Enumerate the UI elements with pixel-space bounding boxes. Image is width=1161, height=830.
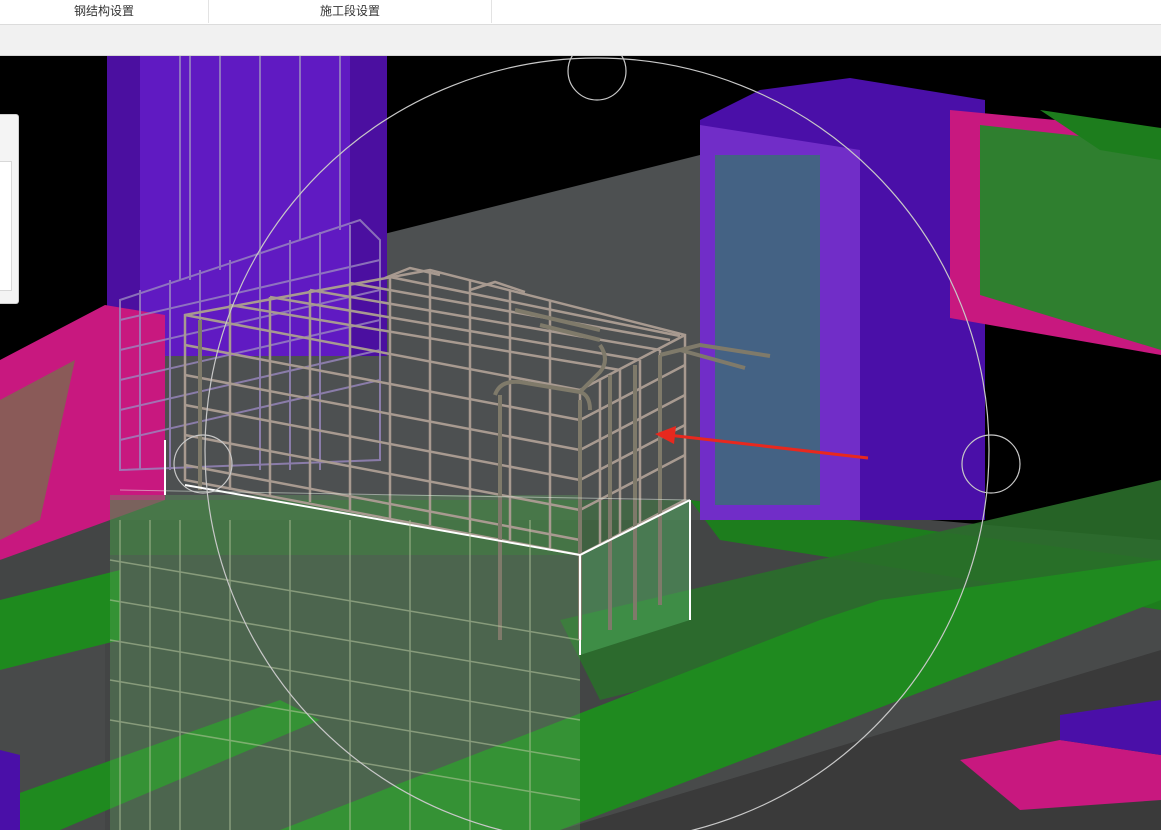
steel-structure-settings-button[interactable]: 钢结构设置 [0,0,209,23]
purple-stub-left [0,750,20,830]
3d-viewport[interactable] [0,56,1161,830]
glass-panel [715,155,820,505]
toolbar-strip [0,25,1161,56]
construction-stage-settings-button[interactable]: 施工段设置 [209,0,492,23]
3d-scene[interactable] [0,56,1161,830]
side-panel-tab[interactable] [0,161,12,291]
side-panel-collapsed[interactable] [0,114,19,304]
orbit-handle-top-icon[interactable] [567,56,627,101]
ribbon-tab-bar: 钢结构设置 施工段设置 [0,0,1161,25]
purple-column-left-face [140,56,350,356]
